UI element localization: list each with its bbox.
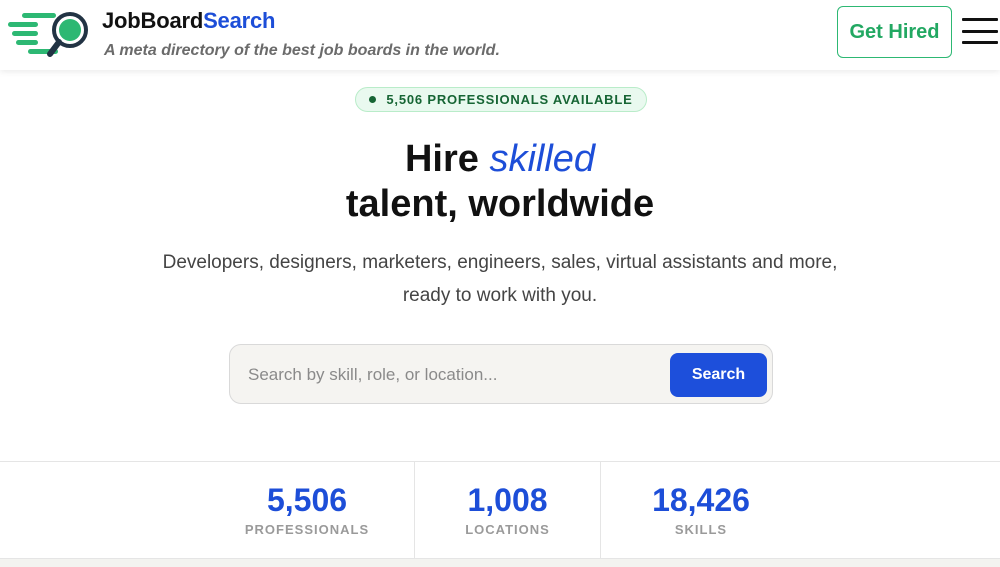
site-header: JobBoardSearch A meta directory of the b… [0, 0, 1000, 70]
hero-title-word: Hire [404, 138, 479, 180]
brand-name-part2: Search [203, 8, 276, 33]
brand-name-part1: JobBoard [102, 8, 204, 33]
hamburger-menu-icon[interactable] [962, 18, 998, 44]
next-section-edge [0, 559, 1000, 567]
stat-value: 18,426 [652, 482, 750, 518]
search-button[interactable]: Search [670, 353, 767, 397]
get-hired-button[interactable]: Get Hired [837, 6, 952, 58]
search-input[interactable] [248, 359, 668, 391]
stat-label: LOCATIONS [465, 522, 550, 537]
menu-bar [962, 29, 998, 33]
hero-title-line1: Hire skilled [0, 136, 1000, 182]
status-dot-icon [369, 96, 377, 103]
tagline: A meta directory of the best job boards … [104, 42, 500, 59]
hero-title-emphasis: skilled [489, 138, 596, 180]
stat-label: SKILLS [674, 522, 728, 537]
hero-subtitle-line1: Developers, designers, marketers, engine… [162, 252, 838, 273]
stat-locations: 1,008 LOCATIONS [415, 462, 601, 559]
hero-subtitle-line2: ready to work with you. [402, 285, 598, 306]
hero-title-line2: talent, worldwide [345, 183, 655, 225]
magnifier-speed-icon[interactable] [8, 8, 96, 60]
stat-value: 5,506 [266, 482, 348, 518]
search-bar: Search [229, 344, 773, 404]
availability-badge-text: 5,506 PROFESSIONALS AVAILABLE [386, 92, 633, 107]
stats-row: 5,506 PROFESSIONALS 1,008 LOCATIONS 18,4… [0, 461, 1000, 559]
availability-badge: 5,506 PROFESSIONALS AVAILABLE [355, 87, 647, 112]
stat-label: PROFESSIONALS [244, 522, 370, 537]
menu-bar [962, 41, 998, 44]
hero-subtitle: Developers, designers, marketers, engine… [0, 246, 1000, 312]
stat-value: 1,008 [467, 482, 548, 518]
stat-skills: 18,426 SKILLS [601, 462, 801, 559]
menu-bar [962, 18, 998, 21]
stat-professionals: 5,506 PROFESSIONALS [200, 462, 415, 559]
brand-name[interactable]: JobBoardSearch [102, 8, 275, 34]
